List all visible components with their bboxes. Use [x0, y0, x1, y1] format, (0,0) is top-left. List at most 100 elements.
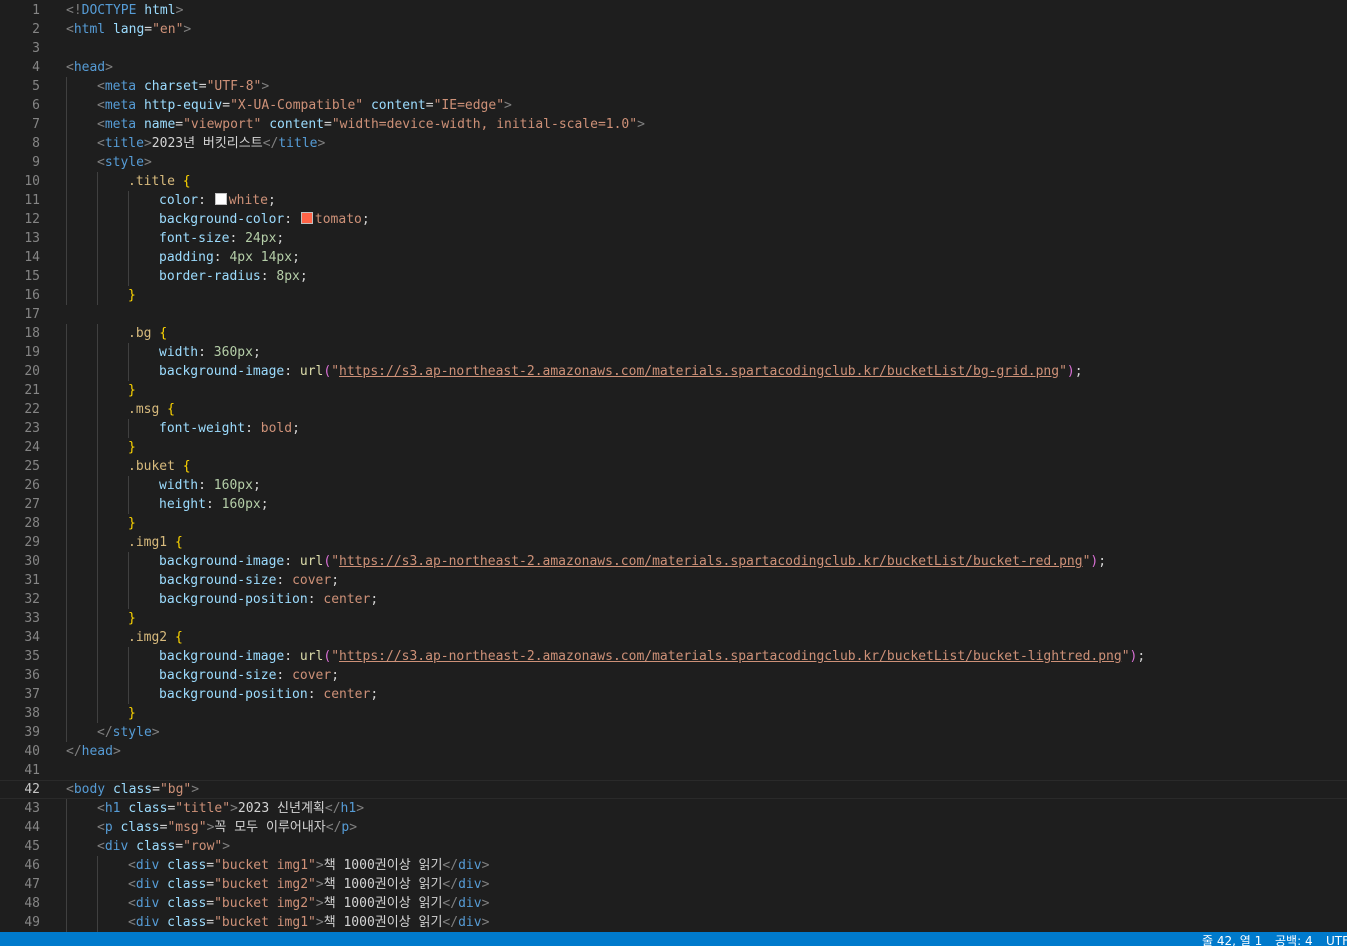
code-line[interactable]: 40 </head>	[0, 742, 1347, 761]
code-line[interactable]: 43 <h1 class="title">2023 신년계획</h1>	[0, 799, 1347, 818]
code-token: :	[198, 478, 214, 493]
code-token: class	[167, 896, 207, 911]
code-line[interactable]: 12 background-color: tomato;	[0, 210, 1347, 229]
code-text: <div class="bucket img1">책 1000권이상 읽기</d…	[128, 913, 489, 932]
color-swatch-icon[interactable]	[300, 212, 313, 224]
code-token: class	[136, 839, 176, 854]
code-token: cover	[292, 668, 332, 683]
code-line[interactable]: 4 <head>	[0, 58, 1347, 77]
code-token: 160px	[213, 478, 253, 493]
indent-guide	[66, 533, 67, 552]
code-token: center	[323, 592, 371, 607]
code-line[interactable]: 39 </style>	[0, 723, 1347, 742]
code-line[interactable]: 31 background-size: cover;	[0, 571, 1347, 590]
indent-guide	[128, 229, 129, 248]
code-line[interactable]: 9 <style>	[0, 153, 1347, 172]
code-line[interactable]: 20 background-image: url("https://s3.ap-n…	[0, 362, 1347, 381]
encoding-indicator[interactable]: UTF-8	[1326, 934, 1347, 946]
line-number: 1	[32, 3, 40, 18]
indent-guide	[66, 134, 67, 153]
code-line[interactable]: 48 <div class="bucket img2">책 1000권이상 읽기<…	[0, 894, 1347, 913]
code-line[interactable]: 1 <!DOCTYPE html>	[0, 1, 1347, 20]
code-line[interactable]: 33}	[0, 609, 1347, 628]
code-token: title	[104, 136, 144, 151]
code-token: 책 1000권이상 읽기	[323, 858, 443, 873]
code-text: }	[128, 438, 136, 457]
code-line[interactable]: 28}	[0, 514, 1347, 533]
code-line[interactable]: 7 <meta name="viewport" content="width=de…	[0, 115, 1347, 134]
indent-guide	[97, 457, 98, 476]
code-line[interactable]: 32 background-position: center;	[0, 590, 1347, 609]
indent-guide	[66, 438, 67, 457]
code-line[interactable]: 27 height: 160px;	[0, 495, 1347, 514]
code-line[interactable]: 34 .img2 {	[0, 628, 1347, 647]
code-line[interactable]: 26 width: 160px;	[0, 476, 1347, 495]
code-token: =	[175, 839, 184, 854]
line-number: 27	[24, 497, 40, 512]
indent-guide	[97, 343, 98, 362]
code-token: bold	[260, 421, 293, 436]
line-number: 15	[24, 269, 40, 284]
indent-guide	[66, 153, 67, 172]
code-line[interactable]: 24}	[0, 438, 1347, 457]
code-line[interactable]: 5 <meta charset="UTF-8">	[0, 77, 1347, 96]
cursor-position-indicator[interactable]: 줄 42, 열 1	[1202, 934, 1262, 946]
code-line[interactable]: 13 font-size: 24px;	[0, 229, 1347, 248]
code-line[interactable]: 29 .img1 {	[0, 533, 1347, 552]
code-line[interactable]: 44 <p class="msg">꼭 모두 이루어내자</p>	[0, 818, 1347, 837]
code-token: .title	[128, 174, 175, 189]
code-line[interactable]: 3	[0, 39, 1347, 58]
code-line[interactable]: 21}	[0, 381, 1347, 400]
code-line[interactable]: 42 <body class="bg">	[0, 780, 1347, 799]
code-token: }	[128, 440, 136, 455]
code-line[interactable]: 6 <meta http-equiv="X-UA-Compatible" cont…	[0, 96, 1347, 115]
code-line[interactable]: 19 width: 360px;	[0, 343, 1347, 362]
code-line[interactable]: 45 <div class="row">	[0, 837, 1347, 856]
indent-guide	[66, 476, 67, 495]
code-token: <	[97, 820, 105, 835]
code-token: >	[151, 725, 160, 740]
code-line[interactable]: 16}	[0, 286, 1347, 305]
code-line[interactable]: 18 .bg {	[0, 324, 1347, 343]
code-token: :	[284, 649, 300, 664]
code-token: background-image	[159, 649, 285, 664]
code-line[interactable]: 17	[0, 305, 1347, 324]
code-token: =	[175, 117, 184, 132]
code-line[interactable]: 22 .msg {	[0, 400, 1347, 419]
indent-guide	[97, 267, 98, 286]
code-token: url	[299, 364, 324, 379]
color-swatch-icon[interactable]	[214, 193, 227, 205]
indentation-indicator[interactable]: 공백: 4	[1275, 934, 1313, 946]
code-line[interactable]: 10 .title {	[0, 172, 1347, 191]
code-line[interactable]: 35 background-image: url("https://s3.ap-n…	[0, 647, 1347, 666]
indent-guide	[66, 495, 67, 514]
indent-guide	[66, 856, 67, 875]
code-line[interactable]: 8 <title>2023년 버킷리스트</title>	[0, 134, 1347, 153]
line-number: 17	[24, 307, 40, 322]
code-line[interactable]: 2 <html lang="en">	[0, 20, 1347, 39]
indent-guide	[128, 666, 129, 685]
code-token: "viewport"	[183, 117, 262, 132]
code-line[interactable]: 41	[0, 761, 1347, 780]
code-text: background-position: center;	[159, 590, 378, 609]
code-line[interactable]: 11 color: white;	[0, 191, 1347, 210]
code-line[interactable]: 49 <div class="bucket img1">책 1000권이상 읽기<…	[0, 913, 1347, 932]
code-token: :	[213, 250, 230, 265]
code-text: <html lang="en">	[66, 20, 191, 39]
code-line[interactable]: 14 padding: 4px 14px;	[0, 248, 1347, 267]
code-line[interactable]: 23 font-weight: bold;	[0, 419, 1347, 438]
code-line[interactable]: 30 background-image: url("https://s3.ap-n…	[0, 552, 1347, 571]
code-token: }	[128, 383, 136, 398]
code-line[interactable]: 36 background-size: cover;	[0, 666, 1347, 685]
code-line[interactable]: 38}	[0, 704, 1347, 723]
code-line[interactable]: 47 <div class="bucket img2">책 1000권이상 읽기<…	[0, 875, 1347, 894]
code-line[interactable]: 37 background-position: center;	[0, 685, 1347, 704]
code-token: </	[66, 744, 82, 759]
code-token: <	[66, 22, 74, 37]
code-line[interactable]: 46 <div class="bucket img1">책 1000권이상 읽기<…	[0, 856, 1347, 875]
code-line[interactable]: 25 .buket {	[0, 457, 1347, 476]
code-token: >	[349, 820, 358, 835]
code-line[interactable]: 15 border-radius: 8px;	[0, 267, 1347, 286]
code-editor[interactable]: 1 <!DOCTYPE html> 2 <html lang="en"> 3 4 <head…	[0, 0, 1347, 932]
